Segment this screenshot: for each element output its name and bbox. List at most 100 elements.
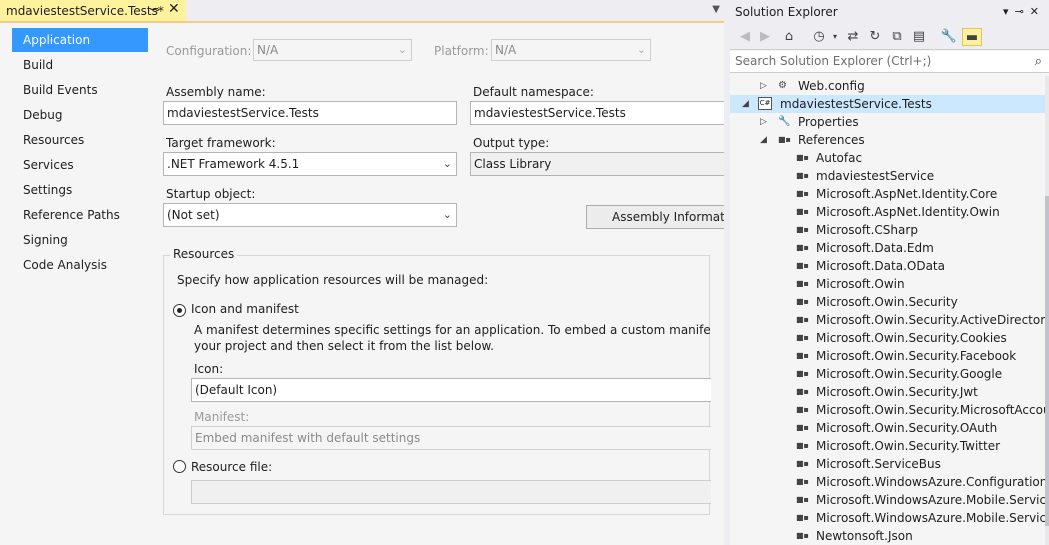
resources-group-title: Resources [170, 247, 238, 261]
assembly-name-input[interactable]: mdaviestestService.Tests [163, 101, 457, 125]
output-type-select[interactable]: Class Library [470, 152, 724, 176]
platform-label: Platform: [434, 44, 489, 58]
collapse-icon[interactable]: ◢ [760, 131, 767, 149]
csharp-project-icon: C# [758, 97, 772, 110]
expand-icon[interactable]: ▷ [760, 77, 767, 95]
nav-item-resources[interactable]: Resources [12, 128, 148, 152]
back-icon[interactable]: ◀ [736, 28, 754, 46]
document-tab[interactable]: mdaviestestService.Tests* ⊸ ✕ [0, 0, 186, 21]
reference-icon: ■▪ [796, 243, 809, 252]
reference-icon: ■▪ [796, 369, 809, 378]
tree-node[interactable]: ■▪ mdaviestestService [730, 167, 1045, 185]
nav-item-build-events[interactable]: Build Events [12, 78, 148, 102]
tree-node-label: Microsoft.Owin.Security.Twitter [816, 439, 1001, 453]
tree-node-label: Microsoft.Owin.Security.Facebook [816, 349, 1017, 363]
home-icon[interactable]: ⌂ [780, 28, 798, 46]
tree-node[interactable]: ■▪ Microsoft.AspNet.Identity.Core [730, 185, 1045, 203]
nav-item-settings[interactable]: Settings [12, 178, 148, 202]
assembly-information-button[interactable]: Assembly Information... [586, 205, 724, 229]
tree-node[interactable]: ■▪ Newtonsoft.Json [730, 527, 1045, 545]
tree-node[interactable]: ■▪ Microsoft.Owin.Security.Cookies [730, 329, 1045, 347]
tree-node[interactable]: ■▪ Microsoft.Owin.Security.ActiveDirector… [730, 311, 1045, 329]
nav-item-reference-paths[interactable]: Reference Paths [12, 203, 148, 227]
tree-node-label: Microsoft.Owin.Security.Google [816, 367, 1003, 381]
tree-node-label: Microsoft.Owin.Security [816, 295, 958, 309]
tree-node[interactable]: ▷ 🔧 Properties [730, 113, 1045, 131]
solution-explorer-search-input[interactable]: Search Solution Explorer (Ctrl+;) ⌕ [730, 51, 1049, 73]
reference-icon: ■▪ [796, 495, 809, 504]
tree-node-label: Newtonsoft.Json [816, 529, 913, 543]
tree-node[interactable]: ◢ C# mdaviestestService.Tests [730, 95, 1045, 113]
nav-item-build[interactable]: Build [12, 53, 148, 77]
chevron-down-icon: ⌄ [442, 157, 452, 170]
tree-node-label: Microsoft.Owin.Security.Jwt [816, 385, 978, 399]
tree-node[interactable]: ■▪ Autofac [730, 149, 1045, 167]
reference-icon: ■▪ [796, 153, 809, 162]
chevron-down-icon: ⌄ [397, 43, 407, 56]
target-framework-select[interactable]: .NET Framework 4.5.1 ⌄ [163, 152, 457, 176]
refresh-icon[interactable]: ↻ [866, 28, 884, 46]
tab-dropdown-icon[interactable]: ▼ [712, 4, 720, 15]
tree-node[interactable]: ■▪ Microsoft.ServiceBus [730, 455, 1045, 473]
close-panel-icon[interactable]: ✕ [1030, 5, 1045, 18]
filter-dropdown-icon[interactable]: ▾ [826, 28, 844, 46]
preview-selected-icon[interactable]: ▬ [962, 28, 982, 46]
reference-icon: ■▪ [796, 315, 809, 324]
icon-select[interactable]: (Default Icon) [191, 378, 711, 402]
startup-object-label: Startup object: [166, 187, 256, 201]
nav-item-debug[interactable]: Debug [12, 103, 148, 127]
default-namespace-input[interactable]: mdaviestestService.Tests [470, 101, 724, 125]
tree-scrollbar-thumb[interactable] [1045, 196, 1049, 526]
nav-item-signing[interactable]: Signing [12, 228, 148, 252]
tree-node[interactable]: ■▪ Microsoft.Data.Edm [730, 239, 1045, 257]
pin-icon[interactable]: ⊸ [150, 3, 159, 16]
nav-item-code-analysis[interactable]: Code Analysis [12, 253, 148, 277]
properties-wrench-icon[interactable]: 🔧 [940, 28, 958, 46]
tree-node[interactable]: ■▪ Microsoft.CSharp [730, 221, 1045, 239]
tree-node[interactable]: ■▪ Microsoft.Data.OData [730, 257, 1045, 275]
tree-node-label: Microsoft.CSharp [816, 223, 918, 237]
tree-node[interactable]: ▷ ⚙ Web.config [730, 77, 1045, 95]
sync-active-document-icon[interactable]: ⇄ [844, 28, 862, 46]
resource-file-label[interactable]: Resource file: [191, 460, 272, 474]
tree-node[interactable]: ■▪ Microsoft.WindowsAzure.Mobile.Service.… [730, 509, 1045, 527]
output-type-label: Output type: [473, 136, 550, 150]
tree-node[interactable]: ■▪ Microsoft.AspNet.Identity.Owin [730, 203, 1045, 221]
startup-object-select[interactable]: (Not set) ⌄ [163, 203, 457, 227]
nav-item-application[interactable]: Application [12, 28, 161, 52]
expand-icon[interactable]: ▷ [760, 113, 767, 131]
window-position-icon[interactable]: ▾ [1003, 5, 1015, 18]
tree-node-label: Autofac [816, 151, 863, 165]
assembly-name-value: mdaviestestService.Tests [167, 106, 319, 120]
tree-node[interactable]: ■▪ Microsoft.Owin.Security.Google [730, 365, 1045, 383]
resource-file-input[interactable] [191, 480, 711, 504]
assembly-information-label: Assembly Information... [612, 210, 724, 224]
auto-hide-pin-icon[interactable]: ⊸ [1015, 5, 1030, 18]
reference-icon: ■▪ [796, 405, 809, 414]
document-tab-title: mdaviestestService.Tests* [6, 3, 164, 18]
show-all-files-icon[interactable]: ▤ [910, 28, 928, 46]
tree-node[interactable]: ■▪ Microsoft.Owin.Security.MicrosoftAccou… [730, 401, 1045, 419]
reference-icon: ■▪ [796, 225, 809, 234]
collapse-icon[interactable]: ◢ [742, 95, 749, 113]
tree-node[interactable]: ■▪ Microsoft.Owin.Security.Jwt [730, 383, 1045, 401]
tree-node[interactable]: ■▪ Microsoft.WindowsAzure.Configuration [730, 473, 1045, 491]
tree-node[interactable]: ■▪ Microsoft.Owin [730, 275, 1045, 293]
tree-node[interactable]: ◢ ■▪ References [730, 131, 1045, 149]
tree-node[interactable]: ■▪ Microsoft.Owin.Security.OAuth [730, 419, 1045, 437]
collapse-all-icon[interactable]: ⧉ [888, 28, 906, 46]
nav-item-label: Signing [23, 233, 68, 247]
icon-manifest-label[interactable]: Icon and manifest [191, 302, 299, 316]
tree-node[interactable]: ■▪ Microsoft.WindowsAzure.Mobile.Service [730, 491, 1045, 509]
close-icon[interactable]: ✕ [168, 1, 180, 17]
search-icon[interactable]: ⌕ [1035, 52, 1042, 72]
reference-icon: ■▪ [796, 351, 809, 360]
forward-icon[interactable]: ▶ [756, 28, 774, 46]
tree-node[interactable]: ■▪ Microsoft.Owin.Security.Facebook [730, 347, 1045, 365]
reference-icon: ■▪ [796, 171, 809, 180]
icon-manifest-radio[interactable] [173, 304, 186, 317]
tree-node[interactable]: ■▪ Microsoft.Owin.Security.Twitter [730, 437, 1045, 455]
resource-file-radio[interactable] [173, 460, 186, 473]
nav-item-services[interactable]: Services [12, 153, 148, 177]
tree-node[interactable]: ■▪ Microsoft.Owin.Security [730, 293, 1045, 311]
